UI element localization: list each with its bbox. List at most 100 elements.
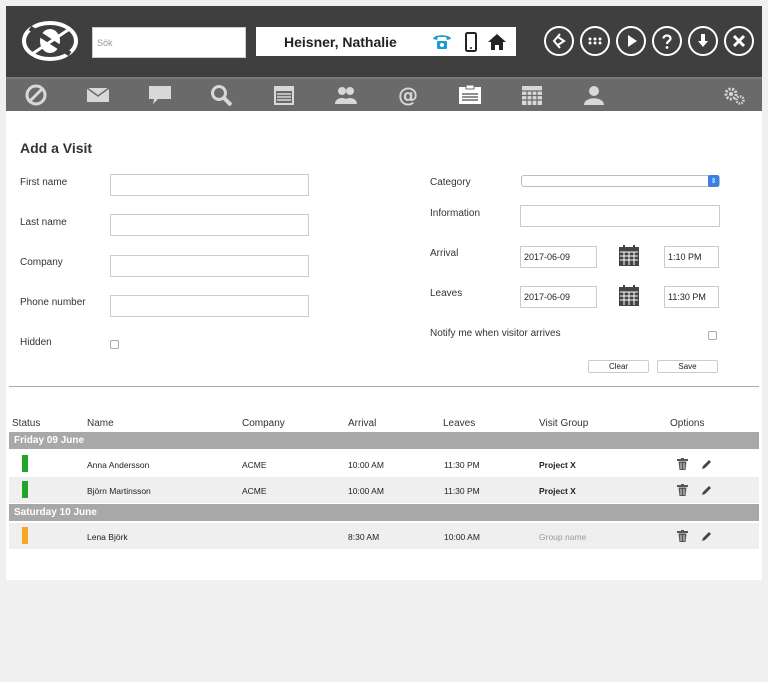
arrival-calendar-icon[interactable]	[618, 245, 640, 267]
save-button[interactable]: Save	[657, 360, 718, 373]
nav-block[interactable]	[22, 83, 50, 107]
user-box: Heisner, Nathalie	[256, 27, 516, 56]
home-icon[interactable]	[486, 31, 508, 53]
row-name: Anna Andersson	[87, 460, 150, 470]
phone-input[interactable]	[110, 295, 309, 317]
leaves-calendar-icon[interactable]	[618, 285, 640, 307]
gears-icon	[724, 87, 745, 105]
row-leaves: 11:30 PM	[444, 486, 480, 496]
close-button[interactable]	[724, 26, 754, 56]
company-label: Company	[20, 257, 63, 268]
person-icon	[584, 86, 604, 105]
download-icon	[698, 34, 708, 47]
page-title: Add a Visit	[20, 140, 93, 156]
col-name: Name	[87, 418, 114, 429]
information-input[interactable]	[520, 205, 720, 227]
play-button[interactable]	[616, 26, 646, 56]
schedule-icon	[522, 86, 542, 105]
row-company: ACME	[242, 486, 267, 496]
leaves-label: Leaves	[430, 288, 463, 299]
nav-person[interactable]	[580, 83, 608, 107]
edit-icon[interactable]	[701, 484, 712, 496]
top-bar: Heisner, Nathalie	[6, 6, 762, 77]
nav-visits[interactable]	[456, 83, 484, 107]
hidden-checkbox[interactable]	[110, 340, 119, 349]
row-visit-group: Project X	[539, 486, 576, 496]
row-leaves: 11:30 PM	[444, 460, 480, 470]
leaves-time-input[interactable]	[664, 286, 719, 308]
information-label: Information	[430, 208, 481, 219]
first-name-label: First name	[20, 177, 68, 188]
edit-icon[interactable]	[701, 458, 712, 470]
trash-icon[interactable]	[677, 530, 688, 542]
phone-icon[interactable]	[431, 31, 453, 53]
logo-icon	[22, 21, 78, 61]
row-visit-group: Project X	[539, 460, 576, 470]
trash-icon[interactable]	[677, 458, 688, 470]
apps-icon	[588, 37, 602, 45]
table-row[interactable]: Lena Björk 8:30 AM 10:00 AM Group name	[9, 523, 759, 549]
nav-search[interactable]	[208, 83, 236, 107]
nav-bar: @	[6, 79, 762, 111]
col-company: Company	[242, 418, 285, 429]
trash-icon[interactable]	[677, 484, 688, 496]
arrival-label: Arrival	[430, 248, 459, 259]
transfer-button[interactable]	[544, 26, 574, 56]
phone-label: Phone number	[20, 297, 86, 308]
nav-at[interactable]: @	[394, 83, 422, 107]
last-name-input[interactable]	[110, 214, 309, 236]
status-indicator	[22, 481, 28, 498]
col-status: Status	[12, 418, 41, 429]
nav-mail[interactable]	[84, 83, 112, 107]
mobile-icon[interactable]	[460, 31, 482, 53]
svg-text:@: @	[398, 84, 418, 106]
mail-icon	[86, 87, 110, 102]
hidden-label: Hidden	[20, 337, 52, 348]
status-indicator	[22, 527, 28, 544]
row-arrival: 10:00 AM	[348, 460, 384, 470]
nav-schedule[interactable]	[518, 83, 546, 107]
close-icon	[732, 34, 746, 48]
edit-icon[interactable]	[701, 530, 712, 542]
nav-chat[interactable]	[146, 83, 174, 107]
user-name: Heisner, Nathalie	[284, 34, 397, 50]
section-divider	[9, 386, 759, 387]
help-button[interactable]	[652, 26, 682, 56]
play-icon	[628, 35, 637, 47]
arrival-time-input[interactable]	[664, 246, 719, 268]
group-label: Saturday 10 June	[14, 507, 97, 518]
company-input[interactable]	[110, 255, 309, 277]
calendar-icon	[274, 86, 294, 105]
arrival-date-input[interactable]	[520, 246, 597, 268]
search-input[interactable]	[92, 27, 246, 58]
notify-label: Notify me when visitor arrives	[430, 328, 561, 339]
transfer-icon	[552, 33, 566, 49]
first-name-input[interactable]	[110, 174, 309, 196]
nav-people[interactable]	[332, 83, 360, 107]
apps-button[interactable]	[580, 26, 610, 56]
table-row[interactable]: Björn Martinsson ACME 10:00 AM 11:30 PM …	[9, 477, 759, 503]
search-icon	[211, 85, 233, 106]
row-arrival: 8:30 AM	[348, 532, 380, 542]
clear-button[interactable]: Clear	[588, 360, 649, 373]
chevron-updown-icon: ⇕	[708, 175, 719, 187]
chat-icon	[149, 86, 171, 104]
download-button[interactable]	[688, 26, 718, 56]
category-select[interactable]: ⇕	[521, 175, 720, 187]
col-leaves: Leaves	[443, 418, 476, 429]
at-icon: @	[398, 84, 418, 106]
category-label: Category	[430, 177, 471, 188]
help-icon	[662, 34, 672, 49]
col-arrival: Arrival	[348, 418, 377, 429]
group-label: Friday 09 June	[14, 435, 85, 446]
people-icon	[335, 87, 357, 104]
row-visit-group: Group name	[539, 532, 587, 542]
table-row[interactable]: Anna Andersson ACME 10:00 AM 11:30 PM Pr…	[9, 451, 759, 477]
notify-checkbox[interactable]	[708, 331, 717, 340]
nav-settings[interactable]	[720, 83, 748, 107]
nav-calendar[interactable]	[270, 83, 298, 107]
col-visit-group: Visit Group	[539, 418, 589, 429]
block-icon	[25, 84, 47, 106]
leaves-date-input[interactable]	[520, 286, 597, 308]
status-indicator	[22, 455, 28, 472]
